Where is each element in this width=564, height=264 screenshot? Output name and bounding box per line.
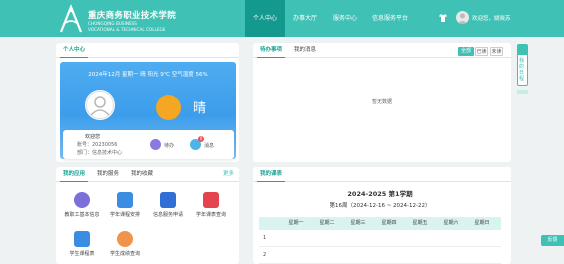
apps-panel: 我的应用 我的服务 我的收藏 更多 教职工基本信息 学年课程安排 信息服务申请 … [56,167,239,264]
empty-message: 暂无数据 [371,99,392,105]
filter-unread-button[interactable]: 未读 [490,47,503,56]
tab-my-services[interactable]: 我的服务 [94,167,122,182]
period-number: 1 [263,235,267,241]
todo-label[interactable]: 待办 [164,142,174,149]
feedback-button[interactable]: 反馈 [541,235,564,246]
schedule-header-row: 星期一 星期二 星期三 星期四 星期五 星期六 星期日 [259,217,501,230]
app-label: 学年课程安排 [109,212,140,218]
period-number: 2 [263,252,267,258]
tab-my-schedule[interactable]: 我的课表 [257,167,286,182]
day-header: 星期五 [412,220,428,226]
term-title: 2024-2025 第1学期 [347,190,413,198]
avatar-icon [86,91,114,119]
side-tab-header [518,45,527,55]
messages-panel: 待办事项 我的消息 全部 已读 未读 暂无数据 [253,43,511,162]
filter-read-button[interactable]: 已读 [475,47,488,56]
app-timetable-query[interactable]: 学年课表查询 [191,192,231,218]
table-row: 1 [259,230,501,247]
school-name-en-2: VOCATIONAL & TECHNICAL COLLEGE [88,27,166,32]
side-schedule-label[interactable]: 我的日程 [519,58,526,82]
grade-query-icon [117,231,133,247]
app-student-timetable[interactable]: 学生课程表 [62,231,102,257]
todo-icon[interactable] [150,139,161,150]
tab-my-apps[interactable]: 我的应用 [60,167,89,182]
profile-tabs: 个人中心 [56,43,239,58]
side-schedule-tab[interactable]: 我的日程 [517,44,528,86]
user-avatar[interactable] [456,11,469,24]
user-greeting[interactable]: 欢迎您，姚晓苏 [472,14,511,22]
profile-avatar [85,90,115,120]
day-header: 星期日 [474,220,490,226]
profile-info-box: 欢迎您 账号：20230056 部门：信息技术中心 待办 0 消息 [63,130,234,159]
profile-name: 欢迎您 [85,134,101,140]
schedule-tabs: 我的课表 [253,167,511,182]
app-label: 信息服务申请 [152,212,183,218]
day-header: 星期一 [288,220,304,226]
table-row: 2 [259,247,501,264]
tab-my-favorites[interactable]: 我的收藏 [128,167,156,182]
user-avatar-icon [457,13,468,24]
sun-icon [156,95,181,120]
app-info-service[interactable]: 信息服务申请 [148,192,188,218]
info-service-icon [160,192,176,208]
nav-info-platform[interactable]: 信息服务平台 [365,0,415,37]
tab-todo[interactable]: 待办事项 [257,43,286,58]
profile-account: 账号：20230056 [77,142,118,148]
tab-my-messages[interactable]: 我的消息 [291,43,319,58]
staff-info-icon [74,192,90,208]
skin-icon[interactable] [439,14,447,22]
day-header: 星期三 [350,220,366,226]
apps-tabs: 我的应用 我的服务 我的收藏 更多 [56,167,239,182]
nav-personal-center[interactable]: 个人中心 [245,0,285,37]
day-header: 星期二 [319,220,335,226]
profile-department: 部门：信息技术中心 [77,150,123,156]
weather-text: 晴 [193,101,207,116]
course-schedule-icon [117,192,133,208]
day-header: 星期四 [381,220,397,226]
app-label: 学生成绩查询 [109,251,140,257]
nav-service-hall[interactable]: 办事大厅 [285,0,325,37]
date-weather-line: 2024年12月 星期一 晴 阳光 9℃ 空气湿度 56% [88,72,208,78]
nav-service-center[interactable]: 服务中心 [325,0,365,37]
message-label[interactable]: 消息 [204,142,214,149]
schedule-panel: 我的课表 2024-2025 第1学期 第16周（2024-12-16 ~ 20… [253,167,511,264]
school-name: 重庆商务职业技术学院 [88,11,177,21]
tab-personal-center[interactable]: 个人中心 [60,43,89,58]
top-navbar: 重庆商务职业技术学院 CHONGQING BUSINESS VOCATIONAL… [0,0,564,37]
student-timetable-icon [74,231,90,247]
app-label: 学年课表查询 [195,212,226,218]
timetable-query-icon [203,192,219,208]
side-tab-secondary[interactable] [517,90,528,94]
day-header: 星期六 [443,220,459,226]
week-range: 第16周（2024-12-16 ~ 2024-12-22） [329,203,431,209]
filter-all-button[interactable]: 全部 [458,47,474,56]
app-label: 学生课程表 [69,251,95,257]
app-grade-query[interactable]: 学生成绩查询 [105,231,145,257]
school-name-en: CHONGQING BUSINESS [88,21,137,26]
app-label: 教职工基本信息 [64,212,100,218]
app-staff-info[interactable]: 教职工基本信息 [62,192,102,218]
apps-more-link[interactable]: 更多 [220,167,237,182]
college-logo-icon [59,4,83,33]
app-course-schedule[interactable]: 学年课程安排 [105,192,145,218]
